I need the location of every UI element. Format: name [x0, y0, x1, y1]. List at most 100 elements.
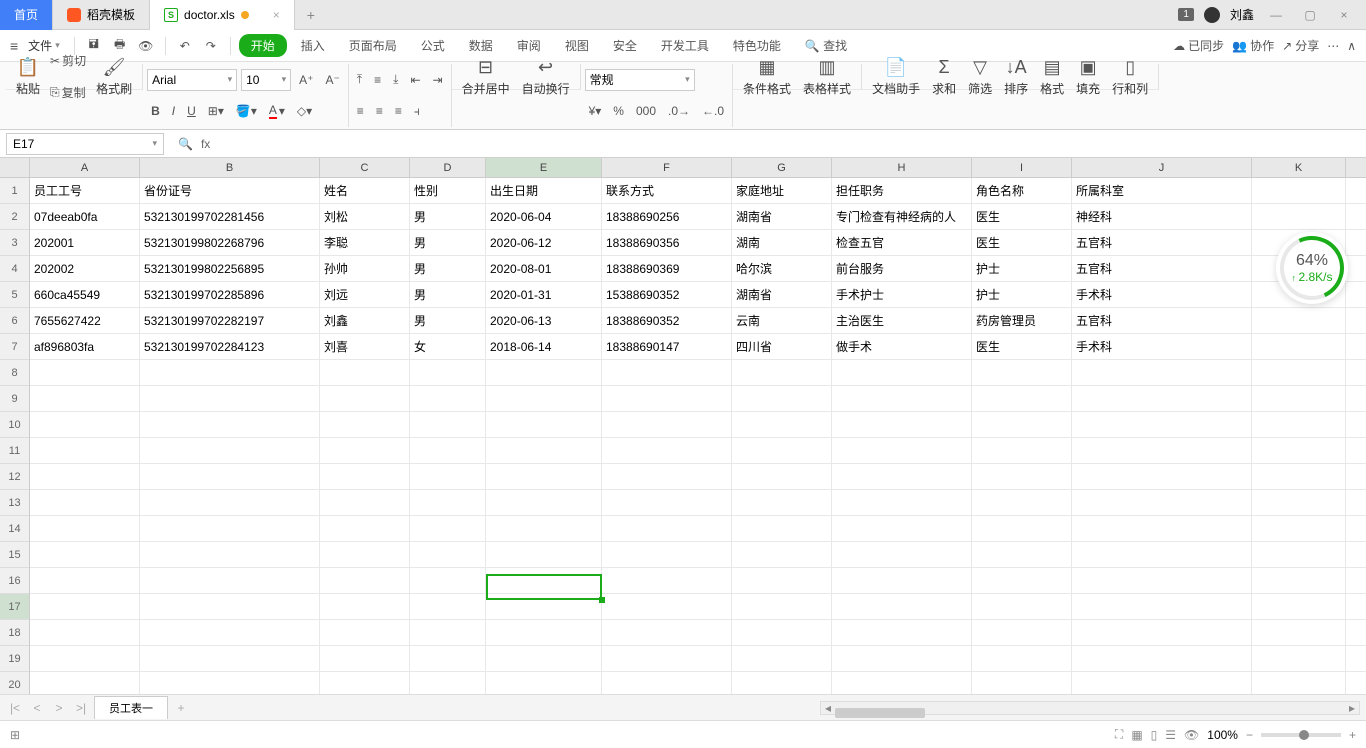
cell[interactable]: [832, 412, 972, 437]
cell[interactable]: [832, 646, 972, 671]
cell[interactable]: [30, 464, 140, 489]
cell[interactable]: 湖南省: [732, 204, 832, 229]
fullscreen-icon[interactable]: ⛶: [1115, 727, 1123, 742]
bold-button[interactable]: B: [147, 102, 164, 120]
cell[interactable]: [320, 386, 410, 411]
cell[interactable]: [486, 360, 602, 385]
cell[interactable]: 医生: [972, 334, 1072, 359]
fill-handle[interactable]: [599, 597, 605, 603]
cell[interactable]: [602, 438, 732, 463]
cell[interactable]: [972, 620, 1072, 645]
cell[interactable]: [486, 646, 602, 671]
notification-badge[interactable]: 1: [1178, 8, 1194, 21]
status-icon[interactable]: ⊞: [10, 728, 20, 742]
cell[interactable]: [832, 568, 972, 593]
sync-status[interactable]: ☁ 已同步: [1173, 37, 1224, 54]
font-color-button[interactable]: A▾: [265, 101, 289, 121]
wrap-text-button[interactable]: ↩自动换行: [516, 55, 576, 99]
row-header[interactable]: 17: [0, 594, 29, 620]
cell[interactable]: 2020-08-01: [486, 256, 602, 281]
decrease-font-icon[interactable]: A⁻: [321, 71, 343, 89]
cell[interactable]: 202002: [30, 256, 140, 281]
cell[interactable]: 四川省: [732, 334, 832, 359]
cell[interactable]: [320, 438, 410, 463]
cell[interactable]: [1072, 438, 1252, 463]
menu-formula[interactable]: 公式: [411, 33, 455, 58]
cell[interactable]: [140, 412, 320, 437]
menu-layout[interactable]: 页面布局: [339, 33, 407, 58]
col-header-H[interactable]: H: [832, 158, 972, 177]
sort-button[interactable]: ↓A排序: [998, 55, 1034, 99]
menu-start[interactable]: 开始: [239, 34, 287, 57]
cell[interactable]: [602, 412, 732, 437]
rowcol-button[interactable]: ▯行和列: [1106, 55, 1154, 99]
cell[interactable]: [30, 568, 140, 593]
cell[interactable]: 532130199702282197: [140, 308, 320, 333]
cell[interactable]: [1252, 438, 1346, 463]
cell[interactable]: [30, 594, 140, 619]
border-button[interactable]: ⊞▾: [204, 102, 228, 120]
cell[interactable]: [320, 672, 410, 694]
cell[interactable]: 角色名称: [972, 178, 1072, 203]
font-select[interactable]: Arial▾: [147, 69, 237, 91]
cell[interactable]: 手术科: [1072, 282, 1252, 307]
cell[interactable]: [140, 516, 320, 541]
cell[interactable]: 性别: [410, 178, 486, 203]
cell[interactable]: [602, 386, 732, 411]
cell[interactable]: 做手术: [832, 334, 972, 359]
select-all-corner[interactable]: [0, 158, 29, 178]
indent-increase-icon[interactable]: ⇥: [429, 71, 447, 89]
cell[interactable]: 前台服务: [832, 256, 972, 281]
cell[interactable]: [410, 672, 486, 694]
scroll-left-icon[interactable]: ◂: [821, 701, 835, 715]
align-center-icon[interactable]: ≡: [372, 102, 387, 120]
cell[interactable]: 湖南省: [732, 282, 832, 307]
sheet-last-icon[interactable]: >|: [72, 701, 90, 715]
align-middle-icon[interactable]: ≡: [370, 71, 385, 89]
cell[interactable]: 出生日期: [486, 178, 602, 203]
cell[interactable]: [832, 594, 972, 619]
cell[interactable]: 532130199702284123: [140, 334, 320, 359]
cell[interactable]: [486, 490, 602, 515]
cell[interactable]: [140, 438, 320, 463]
cell[interactable]: [1252, 334, 1346, 359]
align-bottom-icon[interactable]: ⤓: [389, 70, 402, 89]
format-painter-button[interactable]: 🖌格式刷: [90, 55, 138, 99]
cell[interactable]: [1072, 360, 1252, 385]
close-window-button[interactable]: ×: [1332, 8, 1356, 22]
cell[interactable]: af896803fa: [30, 334, 140, 359]
cell[interactable]: [30, 490, 140, 515]
maximize-button[interactable]: ▢: [1298, 8, 1322, 22]
cell[interactable]: [486, 594, 602, 619]
row-header[interactable]: 11: [0, 438, 29, 464]
cell[interactable]: [140, 464, 320, 489]
cell[interactable]: [1252, 178, 1346, 203]
indent-decrease-icon[interactable]: ⇤: [406, 71, 424, 89]
cell[interactable]: 18388690356: [602, 230, 732, 255]
print-icon[interactable]: 🖶: [109, 35, 131, 56]
cell[interactable]: 2020-01-31: [486, 282, 602, 307]
fx-label[interactable]: fx: [201, 137, 210, 151]
cell[interactable]: [30, 386, 140, 411]
cell[interactable]: [602, 464, 732, 489]
cell[interactable]: [732, 516, 832, 541]
filter-button[interactable]: ▽筛选: [962, 55, 998, 99]
number-format-select[interactable]: 常规▾: [585, 69, 695, 91]
sheet-next-icon[interactable]: >: [50, 701, 68, 715]
cell[interactable]: [1252, 594, 1346, 619]
cell[interactable]: [410, 464, 486, 489]
cell[interactable]: 手术科: [1072, 334, 1252, 359]
zoom-value[interactable]: 100%: [1207, 728, 1238, 742]
tab-templates[interactable]: 稻壳模板: [53, 0, 150, 30]
cell[interactable]: [410, 516, 486, 541]
cell[interactable]: [320, 568, 410, 593]
cell[interactable]: [1252, 464, 1346, 489]
cell[interactable]: [602, 672, 732, 694]
row-header[interactable]: 8: [0, 360, 29, 386]
cell[interactable]: 532130199702281456: [140, 204, 320, 229]
cell[interactable]: 男: [410, 256, 486, 281]
cell[interactable]: [486, 464, 602, 489]
name-box[interactable]: E17▾: [6, 133, 164, 155]
cell[interactable]: [1072, 386, 1252, 411]
col-header-C[interactable]: C: [320, 158, 410, 177]
